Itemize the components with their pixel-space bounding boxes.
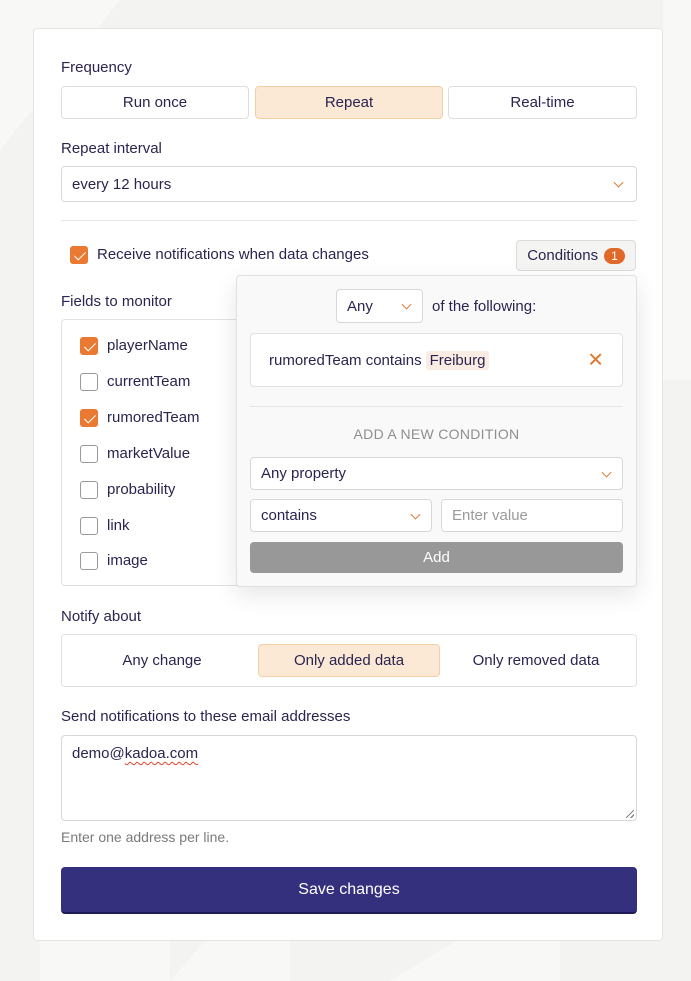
repeat-interval-label: Repeat interval (61, 140, 162, 157)
chevron-down-icon (410, 509, 421, 520)
conditions-button[interactable]: Conditions 1 (516, 240, 636, 271)
divider (250, 406, 623, 407)
field-label: rumoredTeam (107, 409, 200, 426)
receive-notifications-checkbox[interactable] (70, 246, 88, 264)
settings-card: Frequency Run once Repeat Real-time Repe… (33, 28, 663, 941)
frequency-run-once-button[interactable]: Run once (61, 86, 249, 119)
email-prefix: demo@ (72, 745, 125, 762)
chevron-down-icon (601, 467, 612, 478)
field-label: marketValue (107, 445, 191, 462)
email-domain: kadoa.com (124, 745, 199, 762)
notify-any-change-option[interactable]: Any change (71, 644, 253, 677)
field-label: image (107, 552, 148, 569)
frequency-label: Frequency (61, 59, 132, 76)
operator-select[interactable]: contains (250, 499, 432, 532)
field-label: currentTeam (107, 373, 191, 390)
match-mode-suffix: of the following: (432, 298, 537, 315)
field-checkbox-probability[interactable] (80, 481, 98, 499)
field-checkbox-currentteam[interactable] (80, 373, 98, 391)
add-condition-button[interactable]: Add (250, 542, 623, 573)
conditions-popover: Any of the following: rumoredTeam contai… (236, 275, 637, 587)
email-hint: Enter one address per line. (61, 829, 230, 845)
condition-operator: contains (365, 351, 422, 369)
remove-condition-icon[interactable]: ✕ (587, 348, 604, 373)
field-checkbox-playername[interactable] (80, 337, 98, 355)
chevron-down-icon (613, 177, 624, 188)
match-mode-value: Any (347, 297, 373, 315)
add-condition-title: ADD A NEW CONDITION (353, 426, 520, 442)
notify-about-label: Notify about (61, 608, 142, 625)
save-changes-button[interactable]: Save changes (61, 867, 637, 914)
chevron-down-icon (401, 299, 412, 310)
condition-value-pill: Freiburg (425, 350, 490, 370)
notify-only-removed-option[interactable]: Only removed data (445, 644, 627, 677)
condition-item: rumoredTeam contains Freiburg ✕ (250, 333, 623, 387)
field-label: probability (107, 481, 176, 498)
notify-only-added-option[interactable]: Only added data (258, 644, 440, 677)
field-label: link (107, 517, 130, 534)
divider (61, 220, 637, 221)
email-addresses-label: Send notifications to these email addres… (61, 708, 351, 725)
field-checkbox-rumoredteam[interactable] (80, 409, 98, 427)
condition-property: rumoredTeam (269, 351, 362, 369)
field-checkbox-image[interactable] (80, 552, 98, 570)
repeat-interval-value: every 12 hours (72, 175, 172, 193)
property-select-value: Any property (261, 465, 347, 482)
receive-notifications-label: Receive notifications when data changes (97, 246, 369, 263)
operator-select-value: contains (261, 507, 317, 524)
conditions-button-label: Conditions (527, 247, 599, 264)
resize-handle-icon[interactable] (626, 810, 634, 818)
notify-about-group: Any change Only added data Only removed … (61, 634, 637, 687)
conditions-count-badge: 1 (604, 247, 625, 264)
field-label: playerName (107, 337, 188, 354)
field-checkbox-link[interactable] (80, 517, 98, 535)
property-select[interactable]: Any property (250, 457, 623, 490)
frequency-repeat-button[interactable]: Repeat (255, 86, 443, 119)
condition-value-input[interactable]: Enter value (441, 499, 623, 532)
fields-to-monitor-label: Fields to monitor (61, 293, 172, 310)
frequency-real-time-button[interactable]: Real-time (448, 86, 637, 119)
field-checkbox-marketvalue[interactable] (80, 445, 98, 463)
email-addresses-textarea[interactable]: demo@kadoa.com (61, 735, 637, 821)
match-mode-select[interactable]: Any (336, 289, 423, 323)
fields-list: playerName currentTeam rumoredTeam marke… (61, 319, 251, 586)
condition-value-placeholder: Enter value (452, 507, 528, 524)
repeat-interval-select[interactable]: every 12 hours (61, 166, 637, 202)
